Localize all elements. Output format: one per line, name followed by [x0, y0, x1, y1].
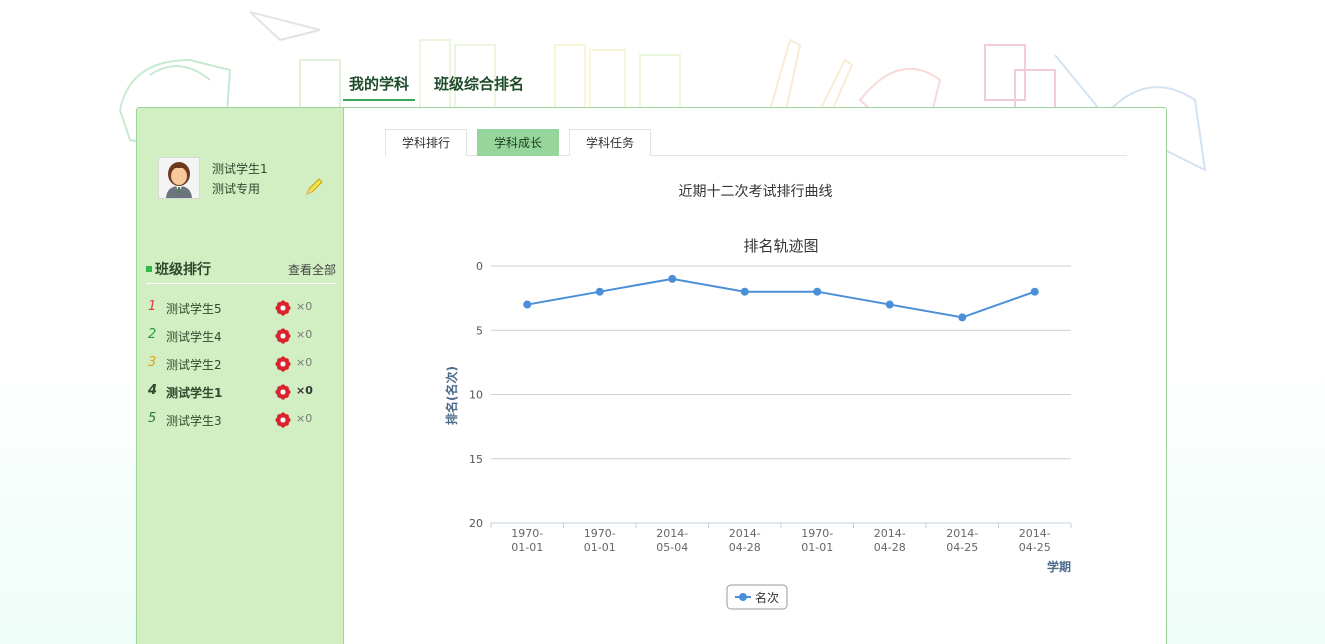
rank-list: 1 测试学生5 ×0 2 测试学生4 ×0 3 测试学生2 ×0 4 测试学生1 ×0 5 测试学生3 ×0: [147, 297, 337, 437]
sidebar: 测试学生1 测试专用 班级排行 查看全部 1 测试学生5 ×0 2 测试学生4 ×0 3 测试…: [137, 108, 344, 644]
tab-subject-tasks[interactable]: 学科任务: [569, 129, 651, 156]
pencil-icon[interactable]: [304, 177, 324, 197]
data-point: [740, 287, 749, 296]
x-tick-label: 01-01: [801, 541, 833, 554]
student-name: 测试学生1: [166, 386, 223, 400]
x-tick-label: 1970-: [584, 527, 616, 540]
top-nav: 我的学科 班级综合排名: [343, 70, 543, 101]
avatar: [158, 157, 200, 199]
legend-label: 名次: [755, 590, 779, 605]
x-tick-label: 05-04: [656, 541, 688, 554]
x-tick-label: 01-01: [511, 541, 543, 554]
y-tick-label: 10: [469, 389, 483, 402]
flower-icon: [275, 300, 291, 316]
rank-list-item[interactable]: 5 测试学生3 ×0: [147, 409, 337, 437]
student-name: 测试学生3: [166, 414, 222, 428]
flower-icon: [275, 328, 291, 344]
data-point: [1030, 287, 1039, 296]
main-panel: 测试学生1 测试专用 班级排行 查看全部 1 测试学生5 ×0 2 测试学生4 ×0 3 测试…: [136, 107, 1167, 644]
data-point: [885, 300, 894, 309]
data-point: [595, 287, 604, 296]
flower-count: ×0: [296, 384, 313, 397]
rank-number: 2: [148, 327, 157, 342]
student-name: 测试学生5: [166, 302, 222, 316]
x-tick-label: 2014-: [874, 527, 906, 540]
flower-count: ×0: [296, 356, 313, 369]
x-tick-label: 2014-: [946, 527, 978, 540]
flower-icon: [275, 356, 291, 372]
x-tick-label: 2014-: [729, 527, 761, 540]
class-rank-header: 班级排行 查看全部: [146, 258, 336, 284]
rank-list-item[interactable]: 4 测试学生1 ×0: [147, 381, 337, 409]
chart-subtitle: 近期十二次考试排行曲线: [678, 184, 833, 200]
x-tick-label: 04-28: [729, 541, 761, 554]
rank-list-item[interactable]: 3 测试学生2 ×0: [147, 353, 337, 381]
x-tick-label: 04-28: [874, 541, 906, 554]
flower-count: ×0: [296, 412, 313, 425]
y-tick-label: 20: [469, 517, 483, 530]
y-tick-label: 5: [476, 324, 483, 337]
subject-tabs: 学科排行 学科成长 学科任务: [385, 129, 1127, 156]
x-tick-label: 1970-: [511, 527, 543, 540]
student-name: 测试学生2: [166, 358, 222, 372]
x-tick-label: 01-01: [584, 541, 616, 554]
rank-list-item[interactable]: 2 测试学生4 ×0: [147, 325, 337, 353]
rank-line-chart: 排名轨迹图051015201970-01-011970-01-012014-05…: [444, 237, 1072, 610]
flower-count: ×0: [296, 328, 313, 341]
legend-marker: [739, 593, 747, 601]
rank-number: 3: [148, 355, 157, 370]
data-point: [668, 274, 677, 283]
x-tick-label: 2014-: [656, 527, 688, 540]
rank-list-item[interactable]: 1 测试学生5 ×0: [147, 297, 337, 325]
x-axis-title: 学期: [1047, 559, 1071, 574]
y-axis-title: 排名(名次): [444, 366, 459, 425]
x-tick-label: 04-25: [1019, 541, 1051, 554]
tab-subject-growth[interactable]: 学科成长: [477, 129, 559, 156]
nav-class-ranking[interactable]: 班级综合排名: [428, 70, 530, 101]
series-line: [527, 277, 1036, 319]
rank-number: 4: [148, 383, 158, 398]
data-point: [813, 287, 822, 296]
data-point: [523, 300, 532, 309]
rank-number: 5: [148, 411, 157, 426]
student-name: 测试学生4: [166, 330, 222, 344]
chart-title: 排名轨迹图: [743, 237, 818, 255]
nav-my-subjects[interactable]: 我的学科: [343, 70, 416, 101]
y-tick-label: 15: [469, 453, 483, 466]
flower-icon: [275, 384, 291, 400]
user-tag: 测试专用: [212, 182, 261, 196]
bullet-square-icon: [146, 266, 152, 272]
tab-subject-ranking[interactable]: 学科排行: [385, 129, 467, 156]
flower-icon: [275, 412, 291, 428]
student-avatar-icon: [166, 162, 192, 198]
x-tick-label: 04-25: [946, 541, 978, 554]
x-tick-label: 1970-: [801, 527, 833, 540]
y-tick-label: 0: [476, 260, 483, 273]
view-all-link[interactable]: 查看全部: [288, 261, 336, 278]
user-name: 测试学生1: [212, 162, 268, 176]
data-point: [958, 313, 967, 322]
x-tick-label: 2014-: [1019, 527, 1051, 540]
class-rank-title: 班级排行: [155, 263, 211, 278]
content-area: 学科排行 学科成长 学科任务 近期十二次考试排行曲线 排名轨迹图 0 5 10 15 20…: [344, 108, 1167, 644]
flower-count: ×0: [296, 300, 313, 313]
rank-number: 1: [148, 299, 157, 314]
